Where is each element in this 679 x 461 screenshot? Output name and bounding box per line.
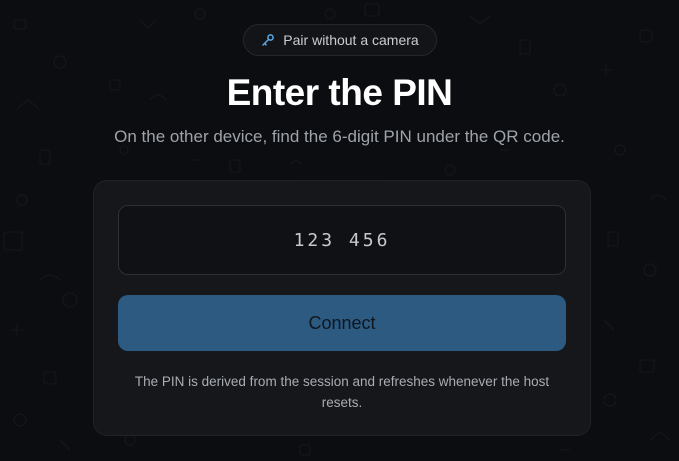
pin-input[interactable]	[118, 205, 566, 275]
key-icon	[262, 34, 275, 46]
pairing-screen: Pair without a camera Enter the PIN On t…	[0, 0, 679, 461]
connect-button[interactable]: Connect	[118, 295, 566, 351]
pin-card: Connect The PIN is derived from the sess…	[93, 180, 591, 436]
page-title: Enter the PIN	[226, 72, 453, 113]
pin-note: The PIN is derived from the session and …	[134, 374, 550, 410]
pair-without-camera-button[interactable]: Pair without a camera	[243, 24, 437, 56]
page-subtitle: On the other device, find the 6-digit PI…	[114, 127, 565, 146]
pair-without-camera-label: Pair without a camera	[283, 32, 419, 48]
